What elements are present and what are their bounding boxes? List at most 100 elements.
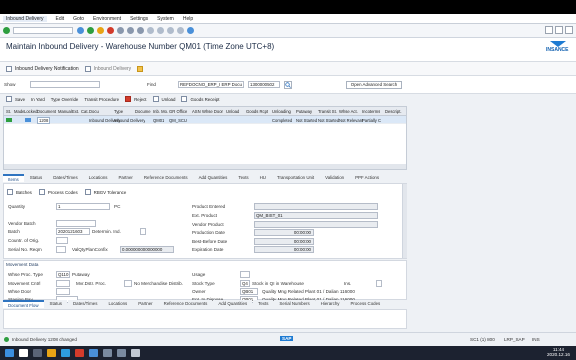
tab-add-quantities-2[interactable]: Add Quantities bbox=[213, 300, 253, 308]
tab-add-quantities[interactable]: Add Quantities bbox=[193, 174, 233, 182]
tab-hierarchy[interactable]: Hierarchy bbox=[315, 300, 345, 308]
in-yard-button[interactable]: In Yard bbox=[31, 97, 45, 102]
col-unload[interactable]: Unload bbox=[226, 109, 239, 114]
find-icon[interactable] bbox=[127, 27, 134, 34]
command-field[interactable] bbox=[13, 27, 73, 34]
cell-document[interactable]: 1208 bbox=[37, 117, 51, 124]
inbound-delivery-button[interactable]: Inbound Delivery bbox=[84, 65, 131, 72]
edge-icon[interactable] bbox=[61, 349, 70, 357]
tab-reference-documents-2[interactable]: Reference Documents bbox=[158, 300, 213, 308]
first-page-icon[interactable] bbox=[147, 27, 154, 34]
app-icon[interactable] bbox=[103, 349, 112, 357]
tab-reference-documents[interactable]: Reference Documents bbox=[138, 174, 193, 182]
unload-button[interactable]: Unload bbox=[152, 96, 175, 102]
menu-inbound-delivery[interactable]: Inbound Delivery bbox=[3, 15, 47, 22]
col-unloading[interactable]: Unloading bbox=[272, 109, 291, 114]
sap-logon-icon[interactable] bbox=[89, 349, 98, 357]
menu-environment[interactable]: Environment bbox=[93, 16, 121, 22]
owner-field[interactable]: QB01 bbox=[240, 288, 258, 295]
goods-receipt-button[interactable]: Goods Receipt bbox=[181, 96, 220, 102]
tab-ppf-actions[interactable]: PPF Actions bbox=[350, 174, 385, 182]
open-advanced-search-button[interactable]: Open Advanced Search bbox=[346, 81, 402, 89]
determin-ind-field[interactable] bbox=[140, 228, 146, 235]
tab-validation[interactable]: Validation bbox=[320, 174, 350, 182]
quantity-field[interactable]: 1 bbox=[56, 203, 110, 210]
tab-hu[interactable]: HU bbox=[254, 174, 271, 182]
col-document[interactable]: Document bbox=[37, 109, 56, 114]
tab-texts-2[interactable]: Texts bbox=[253, 300, 274, 308]
tab-partner[interactable]: Partner bbox=[113, 174, 138, 182]
search-button[interactable] bbox=[284, 81, 292, 89]
task-view-icon[interactable] bbox=[33, 349, 42, 357]
tab-items[interactable]: Items bbox=[3, 174, 24, 182]
tab-dates-times-2[interactable]: Dates/Times bbox=[67, 300, 103, 308]
chrome-icon[interactable] bbox=[75, 349, 84, 357]
maximize-icon[interactable] bbox=[555, 26, 563, 34]
tab-status-2[interactable]: Status bbox=[44, 300, 67, 308]
tab-partner-2[interactable]: Partner bbox=[133, 300, 158, 308]
movement-cntrl-field[interactable] bbox=[56, 280, 70, 287]
country-of-origin-field[interactable] bbox=[56, 237, 68, 244]
usage-field[interactable] bbox=[240, 271, 250, 278]
col-inb-mo[interactable]: Inb. Mo. bbox=[153, 109, 168, 114]
table-row[interactable]: 1208 Inbound Delivery Inbound Delivery Q… bbox=[4, 116, 406, 124]
exit-icon[interactable] bbox=[97, 27, 104, 34]
serial-no-reqm-field[interactable] bbox=[56, 246, 66, 253]
tab-dates-times[interactable]: Dates/Times bbox=[48, 174, 83, 182]
close-icon[interactable] bbox=[565, 26, 573, 34]
session-info[interactable]: SC1 (1) 800 bbox=[470, 337, 495, 342]
batch-field[interactable]: 2020121603 bbox=[56, 228, 90, 235]
show-select[interactable] bbox=[30, 81, 100, 88]
vendor-batch-field[interactable] bbox=[56, 220, 96, 227]
start-icon[interactable] bbox=[5, 349, 14, 357]
app-icon[interactable] bbox=[117, 349, 126, 357]
col-status[interactable]: St. bbox=[6, 109, 11, 114]
app-icon[interactable] bbox=[131, 349, 140, 357]
col-goods-rcpt[interactable]: Goods Rcpt bbox=[246, 109, 268, 114]
col-type[interactable]: Type bbox=[114, 109, 123, 114]
find-input[interactable]: 1300000502 bbox=[248, 81, 280, 88]
col-incoterms[interactable]: Incoterms bbox=[362, 109, 380, 114]
tab-serial-numbers[interactable]: Serial Numbers bbox=[274, 300, 315, 308]
menu-edit[interactable]: Edit bbox=[56, 16, 65, 22]
tab-process-codes[interactable]: Process Codes bbox=[345, 300, 386, 308]
tab-transportation-unit[interactable]: Transportation Unit bbox=[271, 174, 320, 182]
inbound-delivery-notification-button[interactable]: Inbound Delivery Notification bbox=[6, 65, 79, 72]
tab-status[interactable]: Status bbox=[24, 174, 48, 182]
col-whse-act[interactable]: Whse Act. bbox=[339, 109, 358, 114]
col-gr-office[interactable]: GR Office bbox=[169, 109, 187, 114]
tab-document-flow[interactable]: Document Flow bbox=[3, 300, 44, 308]
col-manual[interactable]: Manual bbox=[58, 109, 72, 114]
stock-type-ins-field[interactable] bbox=[376, 280, 382, 287]
col-descript[interactable]: Descript. bbox=[385, 109, 402, 114]
rbgv-tolerance-button[interactable]: RBGV Tolerance bbox=[84, 189, 126, 195]
mvr-dstr-proc-field[interactable] bbox=[124, 280, 132, 287]
col-locked[interactable]: Locked bbox=[24, 109, 38, 114]
tab-locations[interactable]: Locations bbox=[83, 174, 113, 182]
stock-type-field[interactable]: Q4 bbox=[240, 280, 250, 287]
process-codes-button[interactable]: Process Codes bbox=[38, 189, 78, 195]
folder-icon[interactable] bbox=[137, 65, 144, 72]
menu-goto[interactable]: Goto bbox=[73, 16, 84, 22]
transit-procedure-button[interactable]: Transit Procedure bbox=[84, 97, 119, 102]
enter-icon[interactable] bbox=[3, 27, 10, 34]
vertical-scrollbar[interactable] bbox=[402, 184, 407, 258]
col-ext[interactable]: Ext. bbox=[72, 109, 79, 114]
col-docu[interactable]: Docu bbox=[89, 109, 99, 114]
whse-proc-type-field[interactable]: Q110 bbox=[56, 271, 70, 278]
back-icon[interactable] bbox=[87, 27, 94, 34]
col-putaway[interactable]: Putaway bbox=[296, 109, 312, 114]
tab-texts[interactable]: Texts bbox=[233, 174, 254, 182]
find-next-icon[interactable] bbox=[137, 27, 144, 34]
next-page-icon[interactable] bbox=[167, 27, 174, 34]
save-action-button[interactable]: Save bbox=[6, 96, 25, 102]
col-docume[interactable]: Docume bbox=[135, 109, 151, 114]
file-explorer-icon[interactable] bbox=[47, 349, 56, 357]
save-icon[interactable] bbox=[77, 27, 84, 34]
col-transit-st[interactable]: Transit St. bbox=[318, 109, 337, 114]
prev-page-icon[interactable] bbox=[157, 27, 164, 34]
menu-system[interactable]: System bbox=[157, 16, 174, 22]
reject-button[interactable]: Reject bbox=[125, 96, 147, 102]
tab-locations-2[interactable]: Locations bbox=[103, 300, 133, 308]
col-cat[interactable]: Cat. bbox=[81, 109, 89, 114]
